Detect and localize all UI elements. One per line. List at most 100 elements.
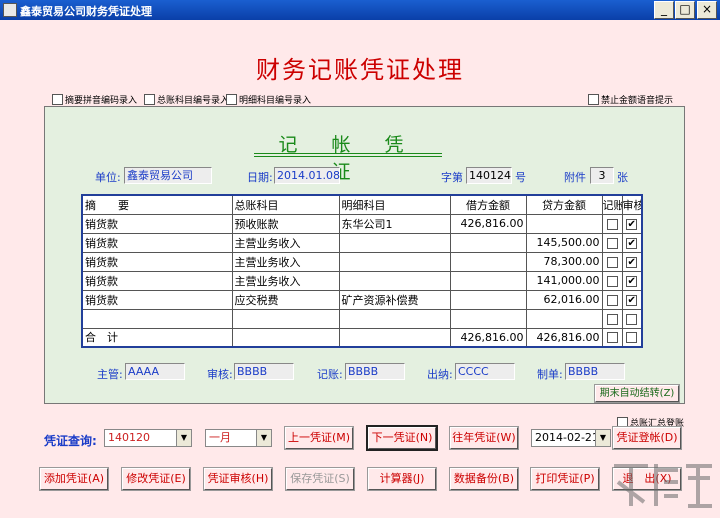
credit-cell[interactable]: 62,016.00 bbox=[525, 289, 603, 310]
credit-cell[interactable]: 145,500.00 bbox=[525, 232, 603, 253]
debit-cell[interactable]: 426,816.00 bbox=[449, 213, 527, 234]
maker-field[interactable]: BBBB bbox=[565, 363, 625, 380]
posted-checkbox[interactable] bbox=[606, 256, 618, 268]
date-picker[interactable]: 2014-02-21 ▼ bbox=[531, 429, 611, 447]
general-account-option[interactable]: 总账科目编号录入 bbox=[144, 93, 229, 106]
month-select-value: 一月 bbox=[209, 431, 231, 444]
total-posted-checkbox[interactable] bbox=[606, 332, 618, 344]
attachment-count-field[interactable]: 3 bbox=[590, 167, 614, 184]
next-voucher-button[interactable]: 下一凭证(N) bbox=[366, 425, 438, 451]
general-account-cell[interactable] bbox=[231, 308, 340, 329]
print-voucher-button[interactable]: 打印凭证(P) bbox=[530, 467, 600, 491]
credit-cell[interactable] bbox=[525, 308, 603, 329]
general-account-cell[interactable]: 主营业务收入 bbox=[231, 270, 340, 291]
summary-cell[interactable]: 销货款 bbox=[81, 251, 233, 272]
audited-checkbox[interactable]: ✔ bbox=[626, 218, 638, 230]
voucher-title-underline-2 bbox=[254, 156, 442, 157]
edit-voucher-button[interactable]: 修改凭证(E) bbox=[121, 467, 191, 491]
general-account-cell[interactable]: 主营业务收入 bbox=[231, 251, 340, 272]
close-button[interactable]: × bbox=[697, 1, 717, 19]
audited-checkbox[interactable]: ✔ bbox=[626, 256, 638, 268]
detail-account-checkbox[interactable] bbox=[226, 94, 237, 105]
chevron-down-icon[interactable]: ▼ bbox=[595, 430, 610, 446]
detail-account-option[interactable]: 明细科目编号录入 bbox=[226, 93, 311, 106]
register-voucher-button[interactable]: 凭证登帐(D) bbox=[612, 426, 682, 450]
posted-checkbox[interactable] bbox=[606, 218, 618, 230]
save-voucher-button[interactable]: 保存凭证(S) bbox=[285, 467, 355, 491]
posted-checkbox-cell bbox=[601, 270, 623, 291]
audited-checkbox[interactable]: ✔ bbox=[626, 237, 638, 249]
credit-cell[interactable]: 141,000.00 bbox=[525, 270, 603, 291]
debit-cell[interactable] bbox=[449, 308, 527, 329]
summary-cell[interactable]: 销货款 bbox=[81, 289, 233, 310]
voice-option[interactable]: 禁止金额语音提示 bbox=[588, 93, 673, 106]
auditor-label: 审核: bbox=[207, 368, 233, 381]
auditor-field[interactable]: BBBB bbox=[234, 363, 294, 380]
column-header: 总账科目 bbox=[231, 194, 340, 215]
previous-voucher-button[interactable]: 上一凭证(M) bbox=[284, 426, 354, 450]
debit-cell[interactable] bbox=[449, 232, 527, 253]
detail-account-cell[interactable] bbox=[338, 232, 451, 253]
pinyin-checkbox[interactable] bbox=[52, 94, 63, 105]
general-account-cell[interactable]: 主营业务收入 bbox=[231, 232, 340, 253]
date-field[interactable]: 2014.01.08 bbox=[274, 167, 340, 184]
chevron-down-icon[interactable]: ▼ bbox=[176, 430, 191, 446]
audit-voucher-button[interactable]: 凭证审核(H) bbox=[203, 467, 273, 491]
credit-cell[interactable] bbox=[525, 213, 603, 234]
total-label: 合 计 bbox=[81, 327, 233, 348]
table-row[interactable]: 销货款 主营业务收入 145,500.00 ✔ bbox=[81, 232, 643, 253]
cashier-field[interactable]: CCCC bbox=[455, 363, 515, 380]
detail-account-cell[interactable] bbox=[338, 270, 451, 291]
data-backup-button[interactable]: 数据备份(B) bbox=[449, 467, 519, 491]
pinyin-option[interactable]: 摘要拼音编码录入 bbox=[52, 93, 137, 106]
table-row[interactable] bbox=[81, 308, 643, 329]
supervisor-field[interactable]: AAAA bbox=[125, 363, 185, 380]
posted-checkbox[interactable] bbox=[606, 237, 618, 249]
detail-account-cell[interactable]: 东华公司1 bbox=[338, 213, 451, 234]
voucher-number-select-value: 140120 bbox=[108, 431, 150, 444]
audited-checkbox-cell: ✔ bbox=[621, 232, 643, 253]
previous-year-voucher-button[interactable]: 往年凭证(W) bbox=[449, 426, 519, 450]
table-row[interactable]: 销货款 预收账款 东华公司1 426,816.00 ✔ bbox=[81, 213, 643, 234]
calculator-button[interactable]: 计算器(J) bbox=[367, 467, 437, 491]
voucher-number-select[interactable]: 140120 ▼ bbox=[104, 429, 192, 447]
summary-cell[interactable]: 销货款 bbox=[81, 213, 233, 234]
voucher-number-field[interactable]: 140124 bbox=[466, 167, 512, 184]
table-row[interactable]: 销货款 主营业务收入 78,300.00 ✔ bbox=[81, 251, 643, 272]
voice-checkbox[interactable] bbox=[588, 94, 599, 105]
audited-checkbox-cell: ✔ bbox=[621, 289, 643, 310]
unit-label: 单位: bbox=[95, 171, 121, 184]
table-row[interactable]: 销货款 主营业务收入 141,000.00 ✔ bbox=[81, 270, 643, 291]
summary-cell[interactable]: 销货款 bbox=[81, 270, 233, 291]
posted-checkbox[interactable] bbox=[606, 313, 618, 325]
debit-cell[interactable] bbox=[449, 270, 527, 291]
total-audited-checkbox[interactable] bbox=[626, 332, 638, 344]
period-end-transfer-button[interactable]: 期末自动结转(Z) bbox=[594, 384, 680, 403]
add-voucher-button[interactable]: 添加凭证(A) bbox=[39, 467, 109, 491]
chevron-down-icon[interactable]: ▼ bbox=[256, 430, 271, 446]
table-row[interactable]: 销货款 应交税费 矿产资源补偿费 62,016.00 ✔ bbox=[81, 289, 643, 310]
debit-cell[interactable] bbox=[449, 251, 527, 272]
audited-checkbox[interactable]: ✔ bbox=[626, 294, 638, 306]
summary-cell[interactable] bbox=[81, 308, 233, 329]
credit-cell[interactable]: 78,300.00 bbox=[525, 251, 603, 272]
total-audited-checkbox-cell bbox=[621, 327, 643, 348]
summary-cell[interactable]: 销货款 bbox=[81, 232, 233, 253]
general-account-cell[interactable]: 应交税费 bbox=[231, 289, 340, 310]
month-select[interactable]: 一月 ▼ bbox=[205, 429, 272, 447]
audited-checkbox[interactable]: ✔ bbox=[626, 275, 638, 287]
minimize-button[interactable]: _ bbox=[654, 1, 674, 19]
detail-account-cell[interactable] bbox=[338, 308, 451, 329]
unit-field[interactable]: 鑫泰贸易公司 bbox=[124, 167, 212, 184]
general-account-cell[interactable]: 预收账款 bbox=[231, 213, 340, 234]
general-account-checkbox[interactable] bbox=[144, 94, 155, 105]
audited-checkbox[interactable] bbox=[626, 313, 638, 325]
posted-checkbox[interactable] bbox=[606, 294, 618, 306]
bookkeeper-field[interactable]: BBBB bbox=[345, 363, 405, 380]
detail-account-cell[interactable]: 矿产资源补偿费 bbox=[338, 289, 451, 310]
maximize-button[interactable]: □ bbox=[675, 1, 695, 19]
audited-checkbox-cell: ✔ bbox=[621, 213, 643, 234]
debit-cell[interactable] bbox=[449, 289, 527, 310]
detail-account-cell[interactable] bbox=[338, 251, 451, 272]
posted-checkbox[interactable] bbox=[606, 275, 618, 287]
